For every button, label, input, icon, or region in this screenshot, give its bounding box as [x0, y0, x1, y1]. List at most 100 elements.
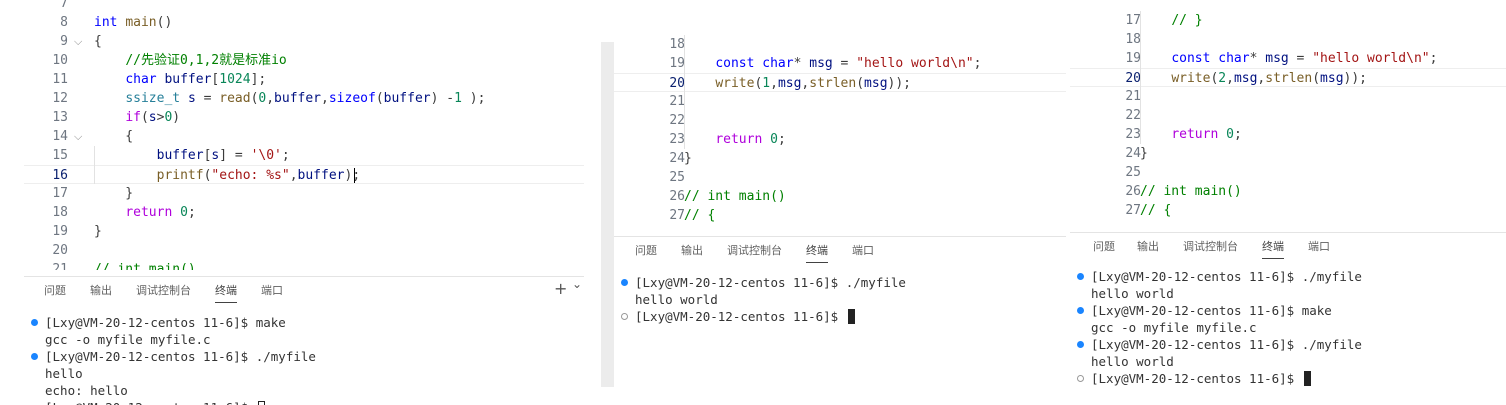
code-line[interactable]: 21 — [1070, 87, 1506, 106]
terminal-line: hello — [24, 365, 584, 382]
code-editor[interactable]: 17 // } 18 19 const char* msg = "hello wor… — [1070, 11, 1506, 227]
terminal[interactable]: [Lxy@VM-20-12-centos 11-6]$ make gcc -o m… — [24, 314, 584, 405]
code-line[interactable]: 17 } — [24, 184, 584, 203]
code-line[interactable]: 25 — [614, 168, 1066, 187]
panel-tab-bar: 问题 输出 调试控制台 终端 端口 — [614, 236, 1066, 263]
terminal-text: hello — [45, 366, 83, 381]
command-status-icon[interactable] — [1077, 375, 1084, 382]
code-text: return 0; — [1171, 127, 1242, 142]
line-number: 14 — [52, 129, 68, 144]
command-status-icon[interactable] — [1077, 341, 1084, 348]
code-editor[interactable]: 18 19 const char* msg = "hello world\n"; 2… — [614, 35, 1066, 227]
line-number: 18 — [52, 205, 68, 220]
line-number: 11 — [52, 72, 68, 87]
terminal-line: [Lxy@VM-20-12-centos 11-6]$ make — [24, 314, 584, 331]
terminal-line: [Lxy@VM-20-12-centos 11-6]$ ./myfile — [614, 274, 1066, 291]
code-text: printf("echo: %s",buffer); — [156, 168, 361, 183]
tab-debug-console[interactable]: 调试控制台 — [1183, 238, 1238, 254]
code-line[interactable]: 11 char buffer[1024]; — [24, 70, 584, 89]
code-line[interactable]: 18 — [614, 35, 1066, 54]
terminal-text: [Lxy@VM-20-12-centos 11-6]$ make — [45, 315, 286, 330]
line-number: 7 — [60, 0, 68, 11]
code-line[interactable]: 23 return 0; — [614, 130, 1066, 149]
command-status-icon[interactable] — [31, 319, 38, 326]
code-editor[interactable]: 7 8 int main() 9 ⌵{10 //先验证0,1,2就是标准io 11 cha… — [24, 0, 584, 270]
line-number: 12 — [52, 91, 68, 106]
line-number: 10 — [52, 53, 68, 68]
tab-problems[interactable]: 问题 — [1093, 238, 1115, 254]
code-line[interactable]: 27// { — [614, 206, 1066, 225]
new-terminal-icon[interactable]: + — [554, 279, 567, 298]
code-line[interactable]: 20 write(2,msg,strlen(msg)); — [1070, 68, 1506, 87]
terminal-line: [Lxy@VM-20-12-centos 11-6]$ — [24, 399, 584, 405]
command-status-icon[interactable] — [1077, 307, 1084, 314]
code-line[interactable]: 10 //先验证0,1,2就是标准io — [24, 51, 584, 70]
tab-ports[interactable]: 端口 — [261, 282, 283, 298]
tab-problems[interactable]: 问题 — [635, 242, 657, 258]
fold-chevron-icon[interactable]: ⌵ — [74, 32, 82, 51]
fold-chevron-icon[interactable]: ⌵ — [74, 127, 82, 146]
code-line[interactable]: 14 ⌵ { — [24, 127, 584, 146]
code-line[interactable]: 22 — [1070, 106, 1506, 125]
code-line[interactable]: 26// int main() — [614, 187, 1066, 206]
panel-tab-bar: 问题 输出 调试控制台 终端 端口 — [1070, 232, 1506, 259]
code-line[interactable]: 19 const char* msg = "hello world\n"; — [1070, 49, 1506, 68]
code-text: write(2,msg,strlen(msg)); — [1171, 71, 1368, 86]
tab-debug-console[interactable]: 调试控制台 — [136, 282, 191, 298]
tab-ports[interactable]: 端口 — [852, 242, 874, 258]
code-line[interactable]: 21 — [614, 92, 1066, 111]
terminal-text: [Lxy@VM-20-12-centos 11-6]$ — [1091, 370, 1311, 387]
command-status-icon[interactable] — [31, 353, 38, 360]
code-line[interactable]: 18 return 0; — [24, 203, 584, 222]
code-line[interactable]: 16 printf("echo: %s",buffer); — [24, 165, 584, 184]
code-line[interactable]: 26// int main() — [1070, 182, 1506, 201]
code-text: } — [94, 186, 134, 201]
tab-output[interactable]: 输出 — [90, 282, 112, 298]
command-status-icon[interactable] — [1077, 273, 1084, 280]
code-line[interactable]: 20 write(1,msg,strlen(msg)); — [614, 73, 1066, 92]
terminal-text: [Lxy@VM-20-12-centos 11-6]$ ./myfile — [635, 275, 906, 290]
line-number: 21 — [52, 262, 68, 270]
line-number: 24 — [669, 151, 685, 166]
terminal[interactable]: [Lxy@VM-20-12-centos 11-6]$ ./myfile hell… — [614, 274, 1066, 334]
tab-debug-console[interactable]: 调试控制台 — [727, 242, 782, 258]
tab-terminal[interactable]: 终端 — [806, 242, 828, 263]
command-status-icon[interactable] — [621, 313, 628, 320]
code-line[interactable]: 19} — [24, 222, 584, 241]
code-line[interactable]: 24} — [614, 149, 1066, 168]
code-line[interactable]: 13 if(s>0) — [24, 108, 584, 127]
line-number: 23 — [1125, 127, 1141, 142]
terminal[interactable]: [Lxy@VM-20-12-centos 11-6]$ ./myfile hell… — [1070, 268, 1506, 393]
tab-problems[interactable]: 问题 — [44, 282, 66, 298]
code-line[interactable]: 17 // } — [1070, 11, 1506, 30]
terminal-line: hello world — [1070, 353, 1506, 370]
code-line[interactable]: 24} — [1070, 144, 1506, 163]
code-line[interactable]: 19 const char* msg = "hello world\n"; — [614, 54, 1066, 73]
code-line[interactable]: 15 buffer[s] = '\0'; — [24, 146, 584, 165]
terminal-text: gcc -o myfile myfile.c — [45, 332, 211, 347]
code-line[interactable]: 9 ⌵ { — [24, 32, 584, 51]
code-line[interactable]: 18 — [1070, 30, 1506, 49]
code-line[interactable]: 12 ssize_t s = read(0,buffer,sizeof(buff… — [24, 89, 584, 108]
line-number: 26 — [669, 189, 685, 204]
code-line[interactable]: 21 // int main() — [24, 260, 584, 270]
code-line[interactable]: 27// { — [1070, 201, 1506, 220]
code-text: // } — [1171, 13, 1203, 28]
tab-terminal[interactable]: 终端 — [215, 282, 237, 303]
chevron-down-icon[interactable]: ⌄ — [572, 277, 582, 291]
code-line[interactable]: 23 return 0; — [1070, 125, 1506, 144]
editor-pane-right: 17 // } 18 19 const char* msg = "hello wor… — [1070, 0, 1506, 405]
code-line[interactable]: 22 — [614, 111, 1066, 130]
tab-output[interactable]: 输出 — [681, 242, 703, 258]
terminal-text: [Lxy@VM-20-12-centos 11-6]$ make — [1091, 303, 1332, 318]
tab-ports[interactable]: 端口 — [1308, 238, 1330, 254]
code-line[interactable]: 7 — [24, 0, 584, 13]
tab-terminal[interactable]: 终端 — [1262, 238, 1284, 259]
tab-output[interactable]: 输出 — [1137, 238, 1159, 254]
code-text: const char* msg = "hello world\n"; — [1171, 51, 1438, 66]
code-line[interactable]: 20 — [24, 241, 584, 260]
code-line[interactable]: 8 int main() — [24, 13, 584, 32]
split-divider[interactable] — [601, 42, 614, 387]
code-line[interactable]: 25 — [1070, 163, 1506, 182]
command-status-icon[interactable] — [621, 279, 628, 286]
